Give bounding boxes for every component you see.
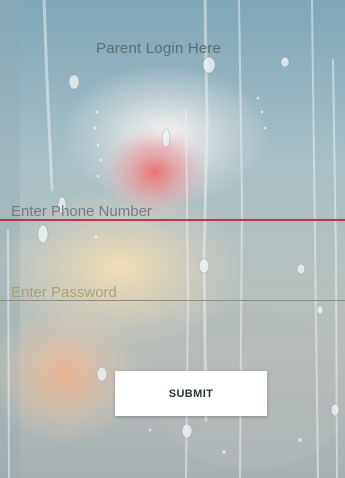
page-title: Parent Login Here <box>96 40 222 57</box>
login-screen: Parent Login Here SUBMIT <box>0 0 345 478</box>
password-input[interactable] <box>10 279 345 305</box>
phone-field-underline <box>0 219 345 221</box>
password-field-underline <box>0 300 345 301</box>
submit-button[interactable]: SUBMIT <box>115 371 267 416</box>
password-field[interactable] <box>10 279 345 305</box>
